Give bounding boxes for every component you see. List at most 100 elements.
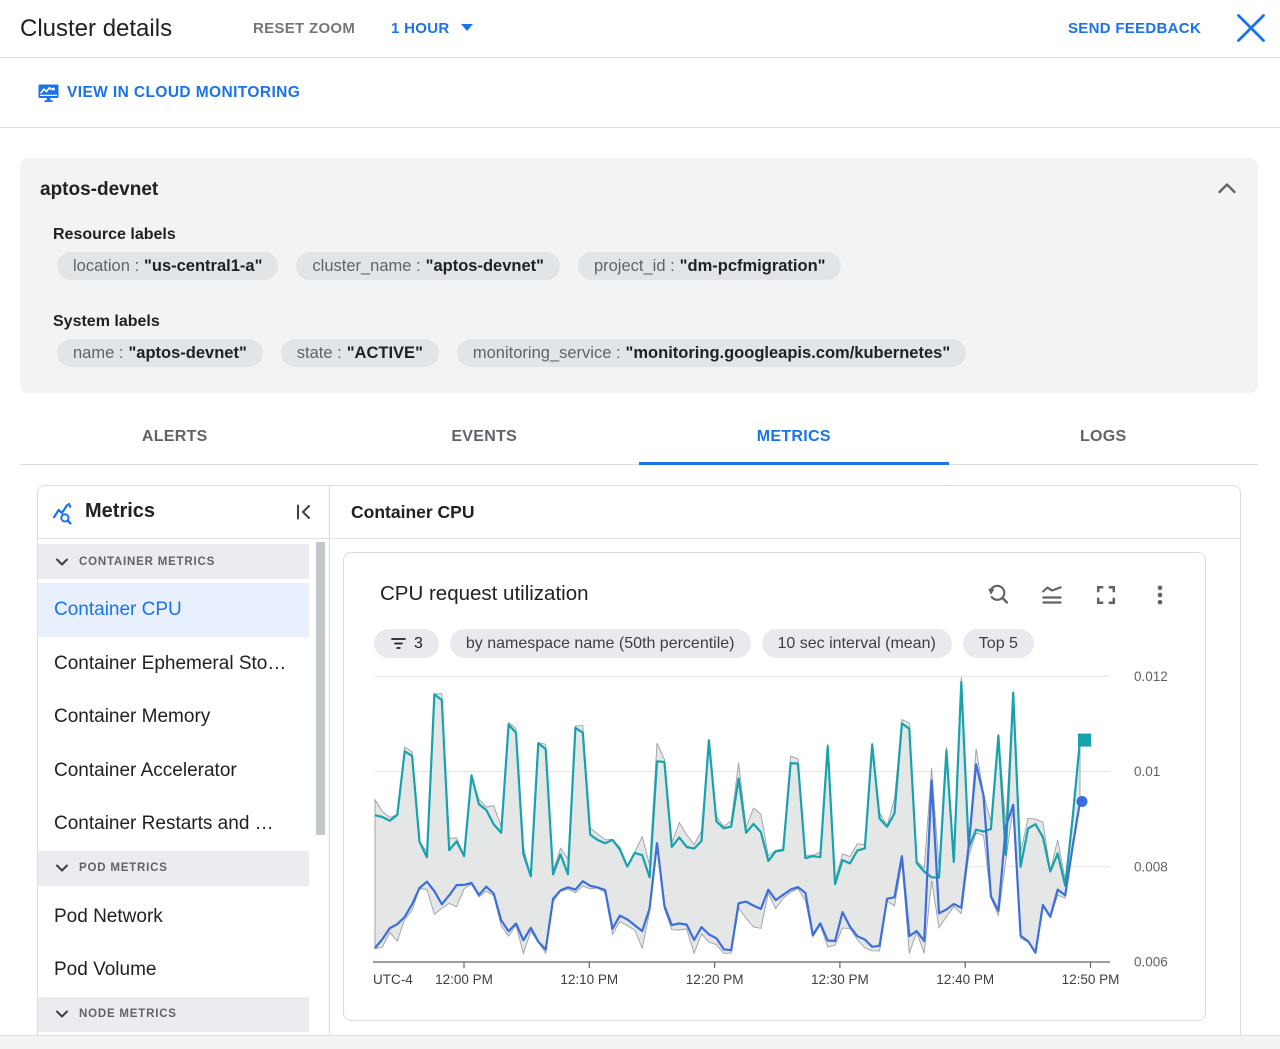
timezone-label: UTC-4 [373,972,413,987]
cluster-name: aptos-devnet [40,179,159,200]
label-key: project_id : [593,256,675,275]
chart-title: CPU request utilization [380,582,589,605]
label-chip: name : "aptos-devnet" [57,339,263,367]
chart-toolbar [986,583,1172,607]
metric-item[interactable]: Container Accelerator [38,744,309,798]
label-value: "aptos-devnet" [425,256,544,275]
chart-group-title: Container CPU [351,502,475,522]
tab-bar: ALERTS EVENTS METRICS LOGS [20,420,1258,465]
cpu-utilization-chart: 0.012 0.01 0.008 0.006 12:00 PM 12:10 PM 12:20… [373,669,1168,987]
label-chip: monitoring_service : "monitoring.googleap… [456,339,967,367]
fullscreen-button[interactable] [1094,583,1118,607]
x-axis-label: 12:50 PM [1062,972,1120,987]
chart-filter-chips: 3 by namespace name (50th percentile) 10 s… [374,629,1034,658]
sub-bar: VIEW IN CLOUD MONITORING [0,59,1280,128]
metric-section-header[interactable]: POD METRICS [38,850,309,886]
filter-chip-label: 3 [414,634,423,652]
collapse-sidebar-button[interactable] [293,502,315,524]
tab-alerts[interactable]: ALERTS [20,420,330,464]
view-in-cloud-monitoring-link[interactable]: VIEW IN CLOUD MONITORING [38,84,300,102]
page-title: Cluster details [20,15,173,42]
label-key: state : [296,343,342,362]
minmax-band [374,676,1081,955]
x-axis-label: 12:00 PM [435,972,493,987]
label-value: "aptos-devnet" [128,343,247,362]
blue-end-marker [1076,796,1088,808]
metric-section-header[interactable]: NODE METRICS [38,996,309,1032]
metric-section-label: CONTAINER METRICS [79,555,216,568]
filter-chip[interactable]: by namespace name (50th percentile) [449,629,751,658]
filter-count-chip[interactable]: 3 [374,629,439,658]
filter-chip-label: Top 5 [978,634,1018,652]
metric-list: CONTAINER METRICS Container CPU Container … [38,540,329,1044]
label-value: "dm-pcfmigration" [679,256,826,275]
more-options-button[interactable] [1148,583,1172,607]
resource-labels-title: Resource labels [53,226,176,243]
x-axis-label: 12:10 PM [560,972,618,987]
metrics-explorer-panel: Metrics CONTAINER METRICS Container CPU Co… [37,485,1241,1045]
metrics-sidebar-header: Metrics [38,486,329,539]
y-axis-label: 0.01 [1134,764,1160,779]
reset-zoom-button[interactable]: RESET ZOOM [253,20,355,37]
chart-area: Container CPU CPU request utilization 3 … [331,486,1240,1044]
metric-section-header[interactable]: CONTAINER METRICS [38,544,309,579]
filter-chip[interactable]: Top 5 [962,629,1034,658]
filter-chip-label: 10 sec interval (mean) [777,634,936,652]
close-button[interactable] [1236,14,1266,44]
metric-item[interactable]: Container CPU [38,583,309,637]
send-feedback-button[interactable]: SEND FEEDBACK [1068,20,1201,37]
three-dot-menu-icon [1157,585,1163,605]
collapse-panel-icon [297,504,310,520]
tab-logs[interactable]: LOGS [949,420,1259,464]
label-chip: cluster_name : "aptos-devnet" [296,252,560,280]
metric-section-label: POD METRICS [79,862,168,874]
metric-item[interactable]: Container Restarts and … [38,797,309,851]
view-in-cloud-monitoring-label: VIEW IN CLOUD MONITORING [67,84,301,101]
chevron-up-icon [1218,183,1236,194]
metric-item[interactable]: Pod Network [38,890,309,944]
page-background-strip [0,1035,1280,1049]
tab-events[interactable]: EVENTS [330,420,640,464]
tab-metrics[interactable]: METRICS [639,420,949,465]
metric-item[interactable]: Pod Volume [38,943,309,997]
top-bar: Cluster details RESET ZOOM 1 HOUR SEND F… [0,0,1280,58]
x-axis-label: 12:30 PM [811,972,869,987]
y-axis-label: 0.008 [1134,859,1168,874]
metrics-sidebar: Metrics CONTAINER METRICS Container CPU Co… [38,486,330,1044]
x-axis-label: 12:20 PM [686,972,744,987]
system-labels-title: System labels [53,313,160,330]
label-chip: project_id : "dm-pcfmigration" [577,252,842,280]
filter-chip[interactable]: 10 sec interval (mean) [761,629,952,658]
teal-end-marker [1078,733,1091,747]
metric-item[interactable]: Container Ephemeral Sto… [38,637,309,691]
chevron-down-icon [56,1010,68,1018]
label-key: monitoring_service : [472,343,621,362]
label-value: "us-central1-a" [144,256,263,275]
label-key: name : [73,343,124,362]
chart-card: CPU request utilization 3 by namespace n… [343,552,1206,1021]
collapse-card-button[interactable] [1216,178,1238,200]
label-chip: location : "us-central1-a" [57,252,279,280]
cluster-details-dialog: Cluster details RESET ZOOM 1 HOUR SEND F… [0,0,1280,1049]
label-key: location : [73,256,140,275]
chart-area-header: Container CPU [331,486,1240,539]
zoom-reset-button[interactable] [986,583,1010,607]
chevron-down-icon [56,864,68,872]
label-value: "monitoring.googleapis.com/kubernetes" [625,343,951,362]
metrics-panel-title: Metrics [85,500,156,522]
sidebar-scrollbar[interactable] [316,542,325,835]
time-range-dropdown[interactable]: 1 HOUR [391,20,474,37]
area-chart-icon [1041,586,1062,604]
cloud-monitoring-icon [38,84,59,102]
label-key: cluster_name : [312,256,421,275]
chart-type-button[interactable] [1040,583,1064,607]
system-labels-row: name : "aptos-devnet" state : "ACTIVE" monit… [57,339,967,367]
zoom-history-icon [988,584,1009,604]
metric-item[interactable]: Container Memory [38,690,309,744]
metrics-icon [52,502,72,525]
label-value: "ACTIVE" [346,343,423,362]
y-axis-label: 0.006 [1134,955,1168,970]
y-axis-label: 0.012 [1134,669,1168,684]
chevron-down-icon [56,558,68,565]
filter-chip-label: by namespace name (50th percentile) [465,634,735,652]
